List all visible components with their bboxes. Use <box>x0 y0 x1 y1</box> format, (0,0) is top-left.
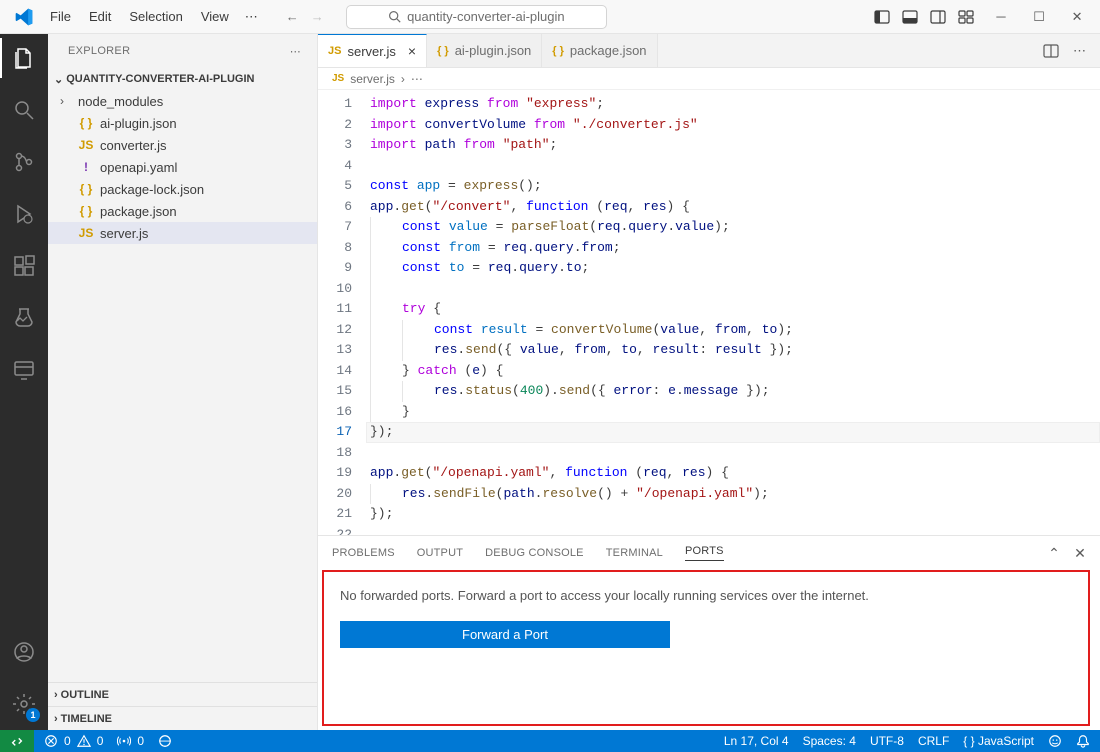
window-close[interactable]: ✕ <box>1060 9 1094 25</box>
status-encoding[interactable]: UTF-8 <box>870 734 904 748</box>
activity-run-debug[interactable] <box>0 198 48 230</box>
status-spaces[interactable]: Spaces: 4 <box>803 734 856 748</box>
status-notifications-icon[interactable] <box>1076 734 1090 748</box>
status-line-col[interactable]: Ln 17, Col 4 <box>724 734 789 748</box>
panel-close-icon[interactable]: ✕ <box>1074 545 1086 562</box>
explorer-title: EXPLORER <box>68 45 130 57</box>
remote-indicator[interactable] <box>0 730 34 752</box>
status-live[interactable] <box>158 734 172 748</box>
title-bar: FileEditSelectionView ⋯ ← → quantity-con… <box>0 0 1100 34</box>
explorer-root[interactable]: ⌄ QUANTITY-CONVERTER-AI-PLUGIN <box>48 68 317 90</box>
panel-maximize-icon[interactable]: ⌃ <box>1048 545 1060 562</box>
explorer-sidebar: EXPLORER ⋯ ⌄ QUANTITY-CONVERTER-AI-PLUGI… <box>48 34 318 730</box>
breadcrumb-more: ⋯ <box>411 72 423 86</box>
chevron-right-icon: › <box>60 94 70 108</box>
js-icon: JS <box>78 226 94 240</box>
panel-tab-terminal[interactable]: TERMINAL <box>606 547 663 559</box>
outline-section[interactable]: › OUTLINE <box>48 682 317 706</box>
chevron-right-icon: › <box>401 72 405 86</box>
window-maximize[interactable]: ☐ <box>1022 9 1056 25</box>
timeline-section[interactable]: › TIMELINE <box>48 706 317 730</box>
activity-extensions[interactable] <box>0 250 48 282</box>
layout-panel-icon[interactable] <box>902 9 918 25</box>
js-icon: JS <box>332 73 344 84</box>
activity-settings[interactable]: 1 <box>0 688 48 720</box>
window-minimize[interactable]: ─ <box>984 9 1018 25</box>
status-ports[interactable]: 0 <box>117 734 144 748</box>
panel-tab-output[interactable]: OUTPUT <box>417 547 463 559</box>
file-ai-plugin-json[interactable]: { }ai-plugin.json <box>48 112 317 134</box>
editor-more-icon[interactable]: ⋯ <box>1073 43 1086 59</box>
editor-area: JSserver.js×{ }ai-plugin.json{ }package.… <box>318 34 1100 730</box>
menu-edit[interactable]: Edit <box>81 5 119 28</box>
status-problems[interactable]: 0 0 <box>44 734 103 748</box>
panel-tab-ports[interactable]: PORTS <box>685 545 724 561</box>
menu-view[interactable]: View <box>193 5 237 28</box>
status-language[interactable]: { } JavaScript <box>963 734 1034 748</box>
yaml-icon: ! <box>78 160 94 174</box>
search-text: quantity-converter-ai-plugin <box>407 9 565 24</box>
menu-more[interactable]: ⋯ <box>237 5 266 29</box>
json-icon: { } <box>78 182 94 196</box>
file-node_modules[interactable]: ›node_modules <box>48 90 317 112</box>
menu-file[interactable]: File <box>42 5 79 28</box>
json-icon: { } <box>552 45 564 57</box>
activity-bar: 1 <box>0 34 48 730</box>
menu-bar: FileEditSelectionView <box>42 5 237 28</box>
js-icon: JS <box>328 45 341 57</box>
breadcrumb[interactable]: JS server.js › ⋯ <box>318 68 1100 90</box>
close-icon[interactable]: × <box>408 43 416 59</box>
layout-sidebar-right-icon[interactable] <box>930 9 946 25</box>
chevron-right-icon: › <box>54 689 58 701</box>
json-icon: { } <box>437 45 449 57</box>
tab-package-json[interactable]: { }package.json <box>542 34 657 67</box>
activity-testing[interactable] <box>0 302 48 334</box>
menu-selection[interactable]: Selection <box>121 5 190 28</box>
ports-hint: No forwarded ports. Forward a port to ac… <box>340 588 1078 603</box>
command-center[interactable]: quantity-converter-ai-plugin <box>346 5 607 29</box>
panel-tabs: PROBLEMS OUTPUT DEBUG CONSOLE TERMINAL PORTS… <box>318 536 1100 570</box>
bottom-panel: PROBLEMS OUTPUT DEBUG CONSOLE TERMINAL PORTS… <box>318 535 1100 730</box>
split-editor-icon[interactable] <box>1043 43 1059 59</box>
activity-source-control[interactable] <box>0 146 48 178</box>
activity-remote-explorer[interactable] <box>0 354 48 386</box>
activity-explorer[interactable] <box>0 42 48 74</box>
status-feedback-icon[interactable] <box>1048 734 1062 748</box>
editor-tabs: JSserver.js×{ }ai-plugin.json{ }package.… <box>318 34 1100 68</box>
status-eol[interactable]: CRLF <box>918 734 949 748</box>
line-gutter: 12345678910111213141516171819202122 <box>318 90 366 535</box>
status-bar: 0 0 0 Ln 17, Col 4 Spaces: 4 UTF-8 CRLF … <box>0 730 1100 752</box>
explorer-more-icon[interactable]: ⋯ <box>290 45 301 58</box>
json-icon: { } <box>78 116 94 130</box>
file-converter-js[interactable]: JSconverter.js <box>48 134 317 156</box>
layout-sidebar-left-icon[interactable] <box>874 9 890 25</box>
tab-ai-plugin-json[interactable]: { }ai-plugin.json <box>427 34 542 67</box>
forward-port-button[interactable]: Forward a Port <box>340 621 670 648</box>
panel-tab-problems[interactable]: PROBLEMS <box>332 547 395 559</box>
nav-forward[interactable]: → <box>311 9 324 24</box>
chevron-right-icon: › <box>54 713 58 725</box>
settings-badge: 1 <box>26 708 40 722</box>
layout-customize-icon[interactable] <box>958 9 974 25</box>
file-openapi-yaml[interactable]: !openapi.yaml <box>48 156 317 178</box>
vscode-logo <box>14 7 34 27</box>
activity-search[interactable] <box>0 94 48 126</box>
tab-server-js[interactable]: JSserver.js× <box>318 34 427 67</box>
file-tree: ›node_modules{ }ai-plugin.jsonJSconverte… <box>48 90 317 682</box>
js-icon: JS <box>78 138 94 152</box>
file-server-js[interactable]: JSserver.js <box>48 222 317 244</box>
file-package-lock-json[interactable]: { }package-lock.json <box>48 178 317 200</box>
json-icon: { } <box>78 204 94 218</box>
activity-account[interactable] <box>0 636 48 668</box>
code-editor[interactable]: import express from "express";import con… <box>366 90 1100 535</box>
nav-back[interactable]: ← <box>286 9 299 24</box>
panel-tab-debug-console[interactable]: DEBUG CONSOLE <box>485 547 584 559</box>
chevron-down-icon: ⌄ <box>54 73 63 86</box>
file-package-json[interactable]: { }package.json <box>48 200 317 222</box>
